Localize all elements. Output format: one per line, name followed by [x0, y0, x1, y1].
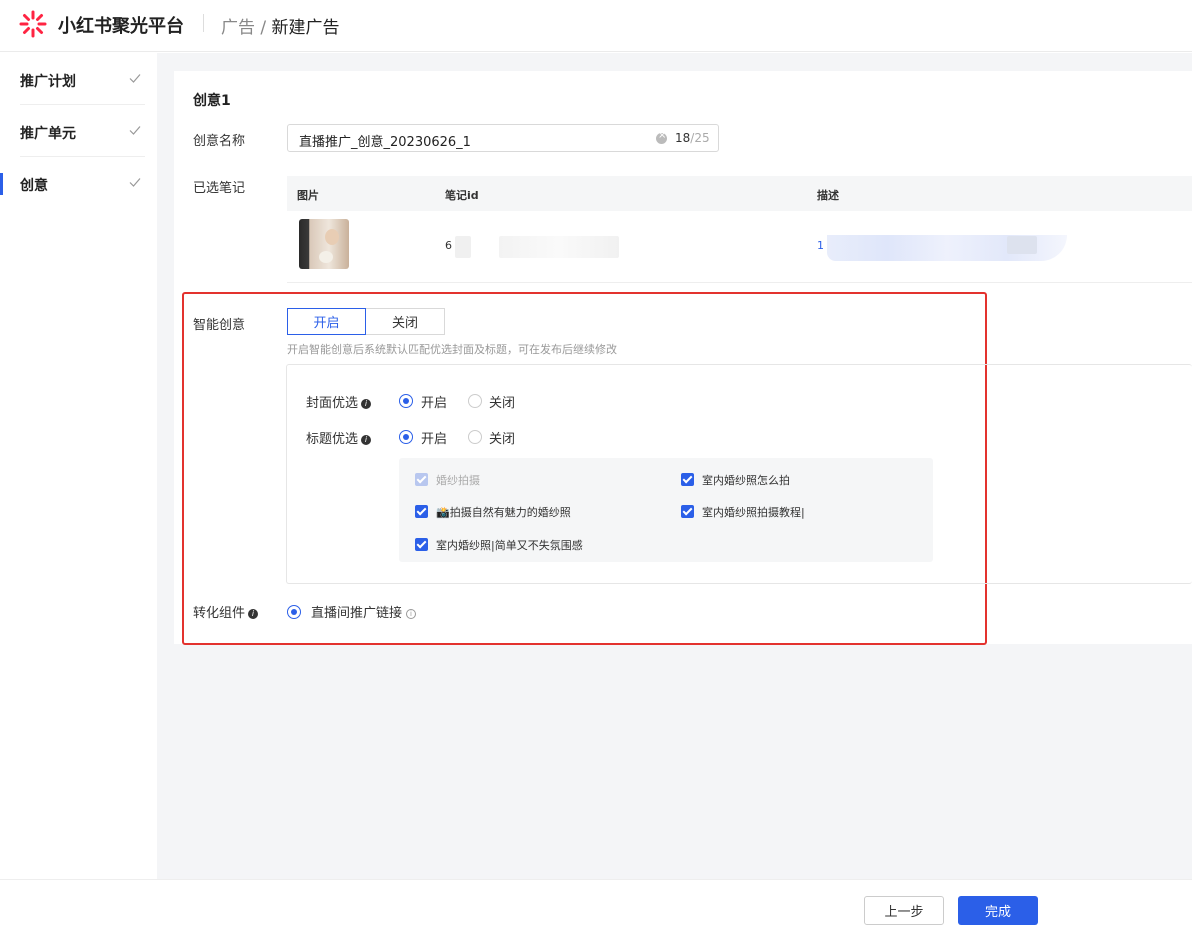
cover-optimize-text: 封面优选 — [306, 396, 359, 411]
char-counter: 18/25 — [675, 131, 710, 145]
thumbnail-bouquet — [319, 251, 333, 263]
title-optimize-text: 标题优选 — [306, 432, 359, 447]
desc-cell: 1 — [817, 239, 824, 252]
creative-card: 创意1 创意名称 直播推广_创意_20230626_1 18/25 已选笔记 图… — [174, 71, 1192, 645]
smart-hint: 开启智能创意后系统默认匹配优选封面及标题，可在发布后继续修改 — [287, 343, 617, 356]
live-link-option[interactable]: 直播间推广链接 i — [311, 602, 417, 621]
info-icon[interactable]: i — [248, 609, 259, 619]
title-checkbox[interactable] — [415, 538, 428, 551]
selected-notes-label: 已选笔记 — [193, 181, 246, 196]
column-header-desc: 描述 — [817, 189, 839, 202]
note-id-cell: 6 — [445, 239, 452, 252]
active-indicator — [0, 173, 3, 195]
blurred-text — [499, 236, 619, 258]
footer-bar: 上一步 完成 — [0, 879, 1192, 933]
blurred-text — [1007, 236, 1037, 254]
title-optimize-label: 标题优选 i — [306, 428, 372, 447]
sidebar-item-creative[interactable]: 创意 — [0, 157, 157, 209]
cover-off-radio[interactable] — [468, 394, 482, 408]
main-content: 创意1 创意名称 直播推广_创意_20230626_1 18/25 已选笔记 图… — [157, 53, 1192, 879]
char-max: /25 — [690, 131, 710, 145]
check-icon — [129, 74, 141, 83]
smart-creative-label: 智能创意 — [193, 318, 246, 333]
header-divider — [203, 14, 204, 32]
check-icon — [129, 178, 141, 187]
title-option-label: 婚纱拍摄 — [436, 474, 480, 487]
breadcrumb-parent[interactable]: 广告 — [221, 18, 255, 38]
check-icon — [129, 126, 141, 135]
title-option-label[interactable]: 📸拍摄自然有魅力的婚纱照 — [436, 504, 571, 520]
sidebar-item-label: 推广计划 — [20, 74, 76, 90]
title-on-label[interactable]: 开启 — [421, 428, 447, 447]
logo-icon — [19, 10, 47, 38]
thumbnail-face — [325, 229, 339, 245]
title-on-radio[interactable] — [399, 430, 413, 444]
cover-optimize-label: 封面优选 i — [306, 392, 372, 411]
sidebar: 推广计划 推广单元 创意 — [0, 53, 157, 879]
title-checkbox — [415, 473, 428, 486]
previous-step-button[interactable]: 上一步 — [864, 896, 944, 925]
smart-on-button[interactable]: 开启 — [287, 308, 366, 335]
breadcrumb-current: 新建广告 — [271, 18, 340, 38]
live-link-radio[interactable] — [287, 605, 301, 619]
creative-name-value: 直播推广_创意_20230626_1 — [299, 135, 471, 150]
creative-name-label: 创意名称 — [193, 134, 246, 149]
title-option-label[interactable]: 室内婚纱照怎么拍 — [702, 472, 790, 488]
blurred-text — [455, 236, 471, 258]
sidebar-item-label: 推广单元 — [20, 126, 76, 142]
sidebar-item-plan[interactable]: 推广计划 — [0, 53, 157, 105]
cover-on-radio[interactable] — [399, 394, 413, 408]
breadcrumb: 广告 / 新建广告 — [221, 13, 340, 38]
smart-creative-toggle: 开启 关闭 — [287, 308, 445, 335]
clear-icon[interactable] — [656, 130, 667, 144]
conversion-component-text: 转化组件 — [193, 606, 246, 621]
title-off-label[interactable]: 关闭 — [489, 428, 515, 447]
column-header-image: 图片 — [297, 189, 319, 202]
conversion-component-label: 转化组件 i — [193, 602, 259, 621]
creative-title: 创意1 — [193, 93, 231, 109]
column-header-note-id: 笔记id — [445, 189, 479, 202]
table-header: 图片 笔记id 描述 — [287, 176, 1192, 211]
title-options-box: 婚纱拍摄 室内婚纱照怎么拍 📸拍摄自然有魅力的婚纱照 室内婚纱照拍摄教程| 室内… — [399, 458, 933, 562]
info-outline-icon[interactable]: i — [406, 609, 417, 619]
title-checkbox[interactable] — [681, 473, 694, 486]
table-row: 6 1 — [287, 211, 1192, 283]
title-checkbox[interactable] — [681, 505, 694, 518]
top-bar: 小红书聚光平台 广告 / 新建广告 — [0, 0, 1192, 52]
brand-name: 小红书聚光平台 — [58, 16, 184, 37]
smart-options-panel: 封面优选 i 开启 关闭 标题优选 i 开启 关闭 婚纱拍摄 室内婚纱照怎么拍 📸拍… — [286, 364, 1192, 584]
live-link-label: 直播间推广链接 — [311, 606, 403, 621]
finish-button[interactable]: 完成 — [958, 896, 1038, 925]
cover-on-label[interactable]: 开启 — [421, 392, 447, 411]
title-off-radio[interactable] — [468, 430, 482, 444]
info-icon[interactable]: i — [361, 399, 372, 409]
note-thumbnail — [299, 219, 349, 269]
sidebar-item-label: 创意 — [20, 178, 48, 194]
cover-off-label[interactable]: 关闭 — [489, 392, 515, 411]
title-option-label[interactable]: 室内婚纱照|简单又不失氛围感 — [436, 537, 583, 553]
breadcrumb-separator: / — [255, 18, 272, 38]
smart-off-button[interactable]: 关闭 — [366, 308, 445, 335]
char-count: 18 — [675, 131, 691, 145]
title-option-label[interactable]: 室内婚纱照拍摄教程| — [702, 504, 805, 520]
title-checkbox[interactable] — [415, 505, 428, 518]
sidebar-item-unit[interactable]: 推广单元 — [0, 105, 157, 157]
creative-name-input[interactable]: 直播推广_创意_20230626_1 18/25 — [287, 124, 719, 152]
info-icon[interactable]: i — [361, 435, 372, 445]
